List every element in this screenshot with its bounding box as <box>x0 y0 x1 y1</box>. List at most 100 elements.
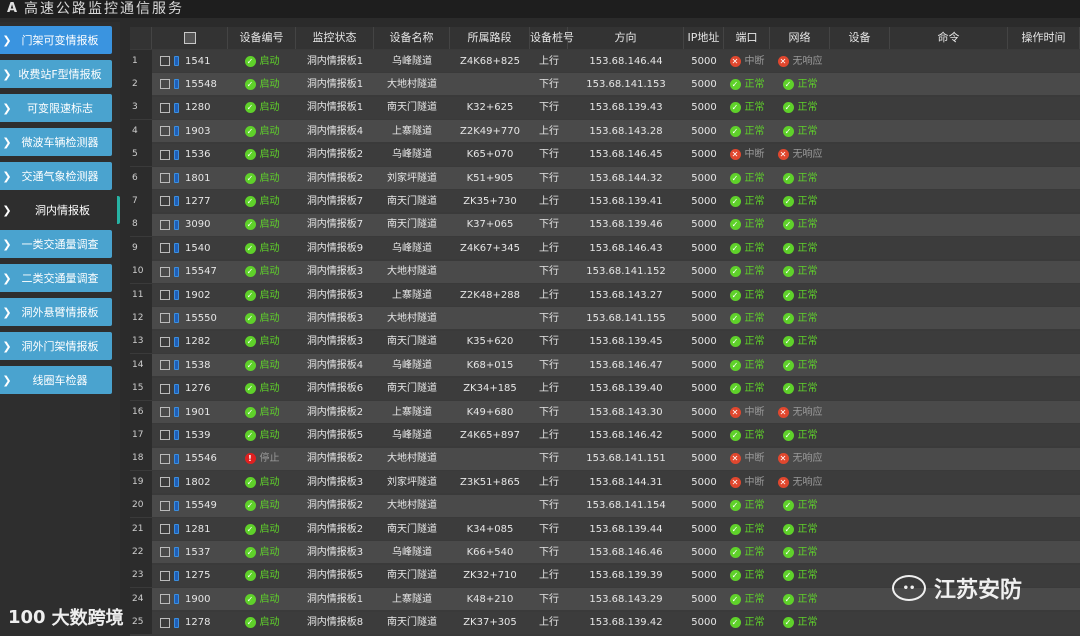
row-select[interactable]: 1280 <box>152 96 228 119</box>
row-checkbox[interactable] <box>160 149 170 160</box>
col-select[interactable] <box>152 27 228 49</box>
sidebar-item-9[interactable]: ❯ 洞外悬臂情报板 <box>0 298 112 326</box>
row-select[interactable]: 15548 <box>152 73 228 96</box>
command <box>830 541 890 564</box>
table-row[interactable]: 17 1539 ✓ 启动 洞内情报板5 乌峰隧道 Z4K65+897 上行 153.68.146… <box>130 423 1080 448</box>
row-select[interactable]: 1538 <box>152 354 228 377</box>
row-checkbox[interactable] <box>160 102 170 113</box>
table-row[interactable]: 8 3090 ✓ 启动 洞内情报板7 南天门隧道 K37+065 下行 153.68.139.4… <box>130 213 1080 237</box>
row-select[interactable]: 1802 <box>152 471 228 494</box>
row-checkbox[interactable] <box>160 219 170 230</box>
table-row[interactable]: 5 1536 ✓ 启动 洞内情报板2 乌峰隧道 K65+070 下行 153.68.146.45… <box>130 143 1080 167</box>
table-row[interactable]: 19 1802 ✓ 启动 洞内情报板3 刘家坪隧道 Z3K51+865 上行 153.68.14… <box>130 470 1080 495</box>
row-select[interactable]: 1276 <box>152 377 228 400</box>
row-select[interactable]: 1281 <box>152 518 228 541</box>
device-icon <box>174 290 179 300</box>
sidebar-item-11[interactable]: ❯ 线圈车检器 <box>0 366 112 394</box>
table-row[interactable]: 25 1278 ✓ 启动 洞内情报板8 南天门隧道 ZK37+305 上行 153.68.139… <box>130 611 1080 635</box>
row-checkbox[interactable] <box>160 126 170 137</box>
table-row[interactable]: 3 1280 ✓ 启动 洞内情报板1 南天门隧道 K32+625 下行 153.68.139.4… <box>130 96 1080 120</box>
row-checkbox[interactable] <box>160 453 170 464</box>
sidebar-item-10[interactable]: ❯ 洞外门架情报板 <box>0 332 112 360</box>
row-select[interactable]: 1275 <box>152 564 228 587</box>
row-select[interactable]: 3090 <box>152 213 228 236</box>
sidebar-item-4[interactable]: ❯ 微波车辆检测器 <box>0 128 112 156</box>
error-icon: ✕ <box>729 406 741 418</box>
table-row[interactable]: 21 1281 ✓ 启动 洞内情报板2 南天门隧道 K34+085 下行 153.68.139.… <box>130 517 1080 541</box>
table-row[interactable]: 10 15547 ✓ 启动 洞内情报板3 大地村隧道 下行 153.68.141.152 500… <box>130 260 1080 284</box>
row-checkbox[interactable] <box>160 524 170 534</box>
row-select[interactable]: 1277 <box>152 190 228 213</box>
sidebar-item-1[interactable]: ❯ 门架可变情报板 <box>0 26 112 54</box>
row-checkbox[interactable] <box>160 570 170 581</box>
table-row[interactable]: 18 15546 ! 停止 洞内情报板2 大地村隧道 下行 153.68.141.151 500… <box>130 447 1080 471</box>
watermark-left: 100 大数跨境 <box>8 604 124 630</box>
row-checkbox[interactable] <box>160 407 170 417</box>
row-checkbox[interactable] <box>160 360 170 371</box>
table-row[interactable]: 11 1902 ✓ 启动 洞内情报板3 上寨隧道 Z2K48+288 上行 153.68.143… <box>130 283 1080 307</box>
check-icon: ✓ <box>729 312 741 324</box>
sidebar-item-8[interactable]: ❯ 二类交通量调查 <box>0 264 112 292</box>
table-row[interactable]: 4 1903 ✓ 启动 洞内情报板4 上寨隧道 Z2K49+770 上行 153.68.143.… <box>130 119 1080 144</box>
row-select[interactable]: 15547 <box>152 260 228 283</box>
table-row[interactable]: 22 1537 ✓ 启动 洞内情报板3 乌峰隧道 K66+540 下行 153.68.146.4… <box>130 540 1080 565</box>
row-checkbox[interactable] <box>160 617 170 628</box>
sidebar-item-2[interactable]: ❯ 收费站F型情报板 <box>0 60 112 88</box>
row-checkbox[interactable] <box>160 56 170 66</box>
row-select[interactable]: 1903 <box>152 120 228 143</box>
network-status: ✓ 正常 <box>724 307 770 330</box>
table-row[interactable]: 13 1282 ✓ 启动 洞内情报板3 南天门隧道 K35+620 下行 153.68.139.… <box>130 330 1080 354</box>
select-all-checkbox[interactable] <box>183 32 196 44</box>
road-section: 南天门隧道 <box>387 219 437 231</box>
row-select[interactable]: 1900 <box>152 588 228 611</box>
table-row[interactable]: 12 15550 ✓ 启动 洞内情报板3 大地村隧道 下行 153.68.141.155 500… <box>130 306 1080 331</box>
row-checkbox[interactable] <box>160 383 170 394</box>
row-checkbox[interactable] <box>160 290 170 300</box>
table-row[interactable]: 9 1540 ✓ 启动 洞内情报板9 乌峰隧道 Z4K67+345 上行 153.68.146.… <box>130 236 1080 261</box>
stake-number: Z4K68+825 <box>460 55 520 67</box>
port: 5000 <box>691 383 717 395</box>
row-select[interactable]: 1540 <box>152 237 228 260</box>
row-checkbox[interactable] <box>160 500 170 511</box>
table-row[interactable]: 15 1276 ✓ 启动 洞内情报板6 南天门隧道 ZK34+185 上行 153.68.139… <box>130 377 1080 401</box>
row-select[interactable]: 1539 <box>152 424 228 447</box>
row-checkbox[interactable] <box>160 196 170 207</box>
row-checkbox[interactable] <box>160 243 170 254</box>
network-status: ✓ 正常 <box>724 377 770 400</box>
check-icon: ✓ <box>244 312 256 324</box>
row-checkbox[interactable] <box>160 594 170 605</box>
row-checkbox[interactable] <box>160 266 170 277</box>
row-select[interactable]: 1536 <box>152 143 228 166</box>
row-select[interactable]: 1282 <box>152 330 228 353</box>
row-select[interactable]: 15549 <box>152 494 228 517</box>
row-select[interactable]: 1902 <box>152 284 228 307</box>
table-row[interactable]: 14 1538 ✓ 启动 洞内情报板4 乌峰隧道 K68+015 下行 153.68.146.4… <box>130 353 1080 378</box>
port: 5000 <box>691 406 717 418</box>
sidebar-item-3[interactable]: ❯ 可变限速标志 <box>0 94 112 122</box>
table-row[interactable]: 16 1901 ✓ 启动 洞内情报板2 上寨隧道 K49+680 下行 153.68.143.3… <box>130 400 1080 424</box>
operation-time <box>890 284 1008 307</box>
row-select[interactable]: 1901 <box>152 401 228 424</box>
sidebar-item-5[interactable]: ❯ 交通气象检测器 <box>0 162 112 190</box>
table-row[interactable]: 7 1277 ✓ 启动 洞内情报板7 南天门隧道 ZK35+730 上行 153.68.139.… <box>130 189 1080 214</box>
sidebar-item-6[interactable]: ❯ 洞内情报板 <box>0 196 120 224</box>
row-checkbox[interactable] <box>160 313 170 324</box>
row-select[interactable]: 15550 <box>152 307 228 330</box>
table-row[interactable]: 1 1541 ✓ 启动 洞内情报板1 乌峰隧道 Z4K68+825 上行 153.68.146.… <box>130 49 1080 73</box>
table-row[interactable]: 6 1801 ✓ 启动 洞内情报板2 刘家坪隧道 K51+905 下行 153.68.144.3… <box>130 166 1080 190</box>
row-checkbox[interactable] <box>160 547 170 558</box>
sidebar-item-7[interactable]: ❯ 一类交通量调查 <box>0 230 112 258</box>
row-select[interactable]: 1537 <box>152 541 228 564</box>
check-icon: ✓ <box>244 546 256 558</box>
row-select[interactable]: 1541 <box>152 50 228 73</box>
row-checkbox[interactable] <box>160 336 170 347</box>
table-row[interactable]: 20 15549 ✓ 启动 洞内情报板2 大地村隧道 下行 153.68.141.154 500… <box>130 494 1080 518</box>
row-select[interactable]: 15546 <box>152 447 228 470</box>
row-select[interactable]: 1801 <box>152 167 228 190</box>
row-checkbox[interactable] <box>160 430 170 441</box>
table-row[interactable]: 2 15548 ✓ 启动 洞内情报板1 大地村隧道 下行 153.68.141.153 5000… <box>130 72 1080 97</box>
row-checkbox[interactable] <box>160 173 170 183</box>
row-checkbox[interactable] <box>160 477 170 488</box>
row-checkbox[interactable] <box>160 79 170 90</box>
row-select[interactable]: 1278 <box>152 611 228 634</box>
